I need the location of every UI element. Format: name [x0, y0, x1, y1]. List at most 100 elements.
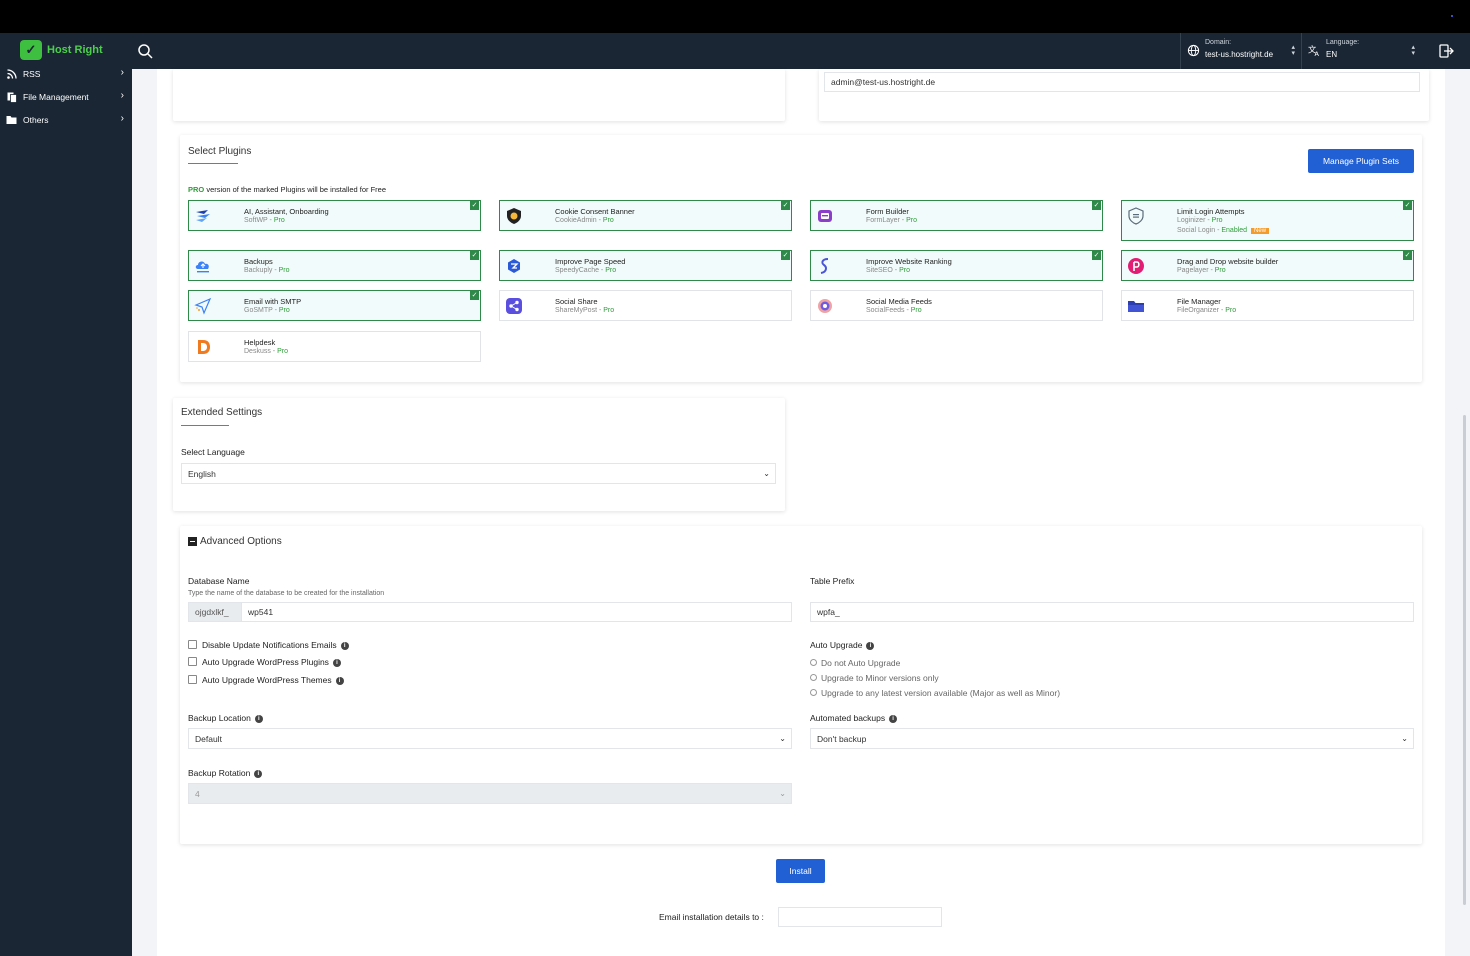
- checked-icon[interactable]: ✓: [1403, 251, 1412, 260]
- plugin-card[interactable]: Social Media Feeds SocialFeeds - Pro: [810, 290, 1103, 321]
- plugin-name: Improve Website Ranking: [866, 257, 952, 266]
- sidebar-item-others[interactable]: Others ›: [6, 113, 126, 127]
- chevron-right-icon: ›: [120, 90, 124, 101]
- install-button[interactable]: Install: [776, 859, 825, 883]
- info-icon: i: [332, 658, 341, 667]
- db-name-label: Database Name: [188, 576, 250, 586]
- form-builder-icon: [816, 207, 834, 225]
- plugin-card[interactable]: Backups Backuply - Pro ✓: [188, 250, 481, 281]
- share-icon: [505, 297, 523, 315]
- language-select[interactable]: English ⌄: [181, 463, 776, 484]
- info-icon: i: [866, 641, 875, 650]
- title-underline: [181, 425, 229, 426]
- plugin-extra: Social Login - Enabled New: [1177, 227, 1270, 234]
- plugin-vendor: SpeedyCache - Pro: [555, 267, 617, 274]
- checked-icon[interactable]: ✓: [470, 291, 479, 300]
- language-value: EN: [1326, 50, 1338, 59]
- checked-icon[interactable]: ✓: [470, 251, 479, 260]
- auto-upgrade-themes-checkbox[interactable]: [188, 675, 197, 684]
- plugin-card[interactable]: Limit Login Attempts Loginizer - Pro Socia…: [1121, 200, 1414, 241]
- logout-icon[interactable]: [1438, 43, 1454, 59]
- plugin-card[interactable]: Drag and Drop website builder Pagelayer -…: [1121, 250, 1414, 281]
- backup-rotation-label: Backup Rotation i: [188, 768, 263, 778]
- checked-icon[interactable]: ✓: [781, 201, 790, 210]
- info-icon: i: [340, 641, 349, 650]
- os-top-bar: [0, 0, 1470, 33]
- info-icon: i: [335, 676, 344, 685]
- plugin-vendor: FileOrganizer - Pro: [1177, 307, 1237, 314]
- plugin-card[interactable]: File Manager FileOrganizer - Pro: [1121, 290, 1414, 321]
- email-details-input[interactable]: [778, 907, 942, 927]
- select-plugins-title: Select Plugins: [188, 146, 252, 157]
- domain-selector[interactable]: Domain: test-us.hostright.de ▴ ▾: [1180, 33, 1301, 69]
- auto-upgrade-plugins-checkbox[interactable]: [188, 657, 197, 666]
- login-shield-icon: [1127, 207, 1145, 225]
- plugin-name: Helpdesk: [244, 338, 276, 347]
- plugin-vendor: SiteSEO - Pro: [866, 267, 910, 274]
- plugin-card[interactable]: Improve Page Speed SpeedyCache - Pro ✓: [499, 250, 792, 281]
- chevron-down-icon: ⌄: [1401, 734, 1408, 743]
- automated-backups-select[interactable]: Don't backup ⌄: [810, 728, 1414, 749]
- radio-no-auto-upgrade[interactable]: [810, 659, 817, 666]
- info-icon: i: [889, 714, 898, 723]
- plugin-card[interactable]: Helpdesk Deskuss - Pro: [188, 331, 481, 362]
- language-selector[interactable]: 文A Language: EN ▴ ▾: [1301, 33, 1421, 69]
- plugin-card[interactable]: Cookie Consent Banner CookieAdmin - Pro ✓: [499, 200, 792, 231]
- checkbox-label: Disable Update Notifications Emails i: [202, 640, 349, 650]
- admin-email-input[interactable]: admin@test-us.hostright.de: [824, 72, 1420, 92]
- brand-logo[interactable]: ✓ Host Right: [20, 40, 103, 60]
- language-label: Select Language: [181, 447, 245, 457]
- checked-icon[interactable]: ✓: [1092, 251, 1101, 260]
- backup-location-value: Default: [195, 733, 222, 744]
- plugin-vendor: SoftWP - Pro: [244, 217, 285, 224]
- cookie-shield-icon: [505, 207, 523, 225]
- email-details-label: Email installation details to :: [659, 912, 764, 922]
- info-icon: i: [254, 769, 263, 778]
- table-prefix-input[interactable]: wpfa_: [810, 602, 1414, 622]
- chevron-down-icon: ⌄: [779, 734, 786, 743]
- table-prefix-label: Table Prefix: [810, 576, 855, 586]
- checked-icon[interactable]: ✓: [781, 251, 790, 260]
- cloud-backup-icon: [194, 257, 212, 275]
- plugin-card[interactable]: AI, Assistant, Onboarding SoftWP - Pro ✓: [188, 200, 481, 231]
- radio-label: Upgrade to Minor versions only: [821, 673, 939, 683]
- manage-plugin-sets-button[interactable]: Manage Plugin Sets: [1308, 149, 1414, 173]
- db-prefix: ojgdxlkf_: [188, 602, 242, 622]
- scrollbar[interactable]: [1463, 415, 1466, 905]
- advanced-options-toggle[interactable]: Advanced Options: [188, 536, 282, 547]
- checked-icon[interactable]: ✓: [1403, 201, 1412, 210]
- sidebar-item-rss[interactable]: RSS ›: [6, 67, 126, 81]
- checkbox-label: Auto Upgrade WordPress Themes i: [202, 675, 344, 685]
- radio-latest-upgrade[interactable]: [810, 689, 817, 696]
- top-right-card: admin@test-us.hostright.de: [819, 69, 1429, 121]
- plugin-name: Social Media Feeds: [866, 297, 932, 306]
- advanced-options-card: Advanced Options Database Name Type the …: [180, 526, 1422, 844]
- chevron-right-icon: ›: [120, 67, 124, 78]
- chevron-right-icon: ›: [120, 113, 124, 124]
- plugin-card[interactable]: Email with SMTP GoSMTP - Pro ✓: [188, 290, 481, 321]
- plugin-vendor: FormLayer - Pro: [866, 217, 917, 224]
- title-underline: [188, 163, 238, 164]
- updown-icon: ▴ ▾: [1291, 44, 1295, 57]
- disable-update-notifications-checkbox[interactable]: [188, 640, 197, 649]
- plugin-card[interactable]: Social Share ShareMyPost - Pro: [499, 290, 792, 321]
- db-name-input[interactable]: wp541: [241, 602, 792, 622]
- top-left-card: [173, 69, 785, 121]
- checked-icon[interactable]: ✓: [470, 201, 479, 210]
- plugin-name: Email with SMTP: [244, 297, 302, 306]
- plugin-name: Backups: [244, 257, 273, 266]
- softwp-icon: [194, 207, 212, 225]
- plugin-name: Limit Login Attempts: [1177, 207, 1245, 216]
- plugin-card[interactable]: Form Builder FormLayer - Pro ✓: [810, 200, 1103, 231]
- extended-settings-card: Extended Settings Select Language Englis…: [173, 398, 785, 511]
- radio-minor-upgrade[interactable]: [810, 674, 817, 681]
- search-icon[interactable]: [137, 43, 153, 59]
- plugin-card[interactable]: Improve Website Ranking SiteSEO - Pro ✓: [810, 250, 1103, 281]
- plugin-name: AI, Assistant, Onboarding: [244, 207, 329, 216]
- sidebar-item-file-management[interactable]: File Management ›: [6, 90, 126, 104]
- seo-icon: [816, 257, 834, 275]
- folder-icon: [1127, 297, 1145, 315]
- checked-icon[interactable]: ✓: [1092, 201, 1101, 210]
- backup-location-select[interactable]: Default ⌄: [188, 728, 792, 749]
- plugin-name: Form Builder: [866, 207, 909, 216]
